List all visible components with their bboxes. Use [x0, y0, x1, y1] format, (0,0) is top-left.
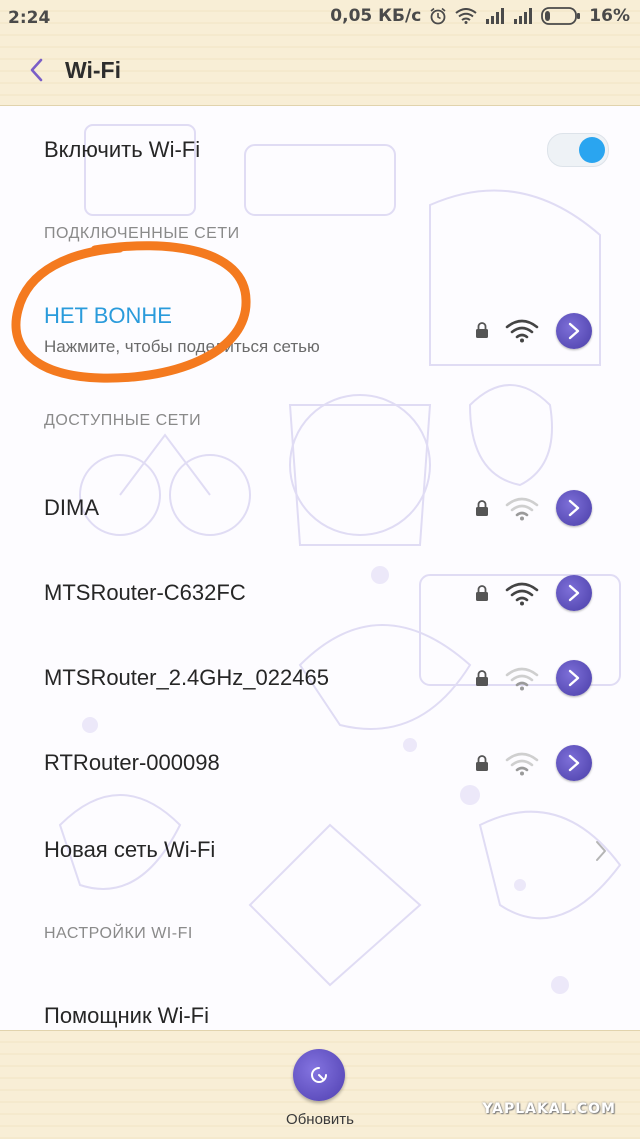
- chevron-right-icon: [568, 754, 580, 772]
- refresh-icon: [311, 1067, 327, 1083]
- wifi-status-icon: [455, 8, 477, 24]
- battery-icon: [541, 7, 581, 25]
- status-icons: 0,05 КБ/с 16%: [330, 6, 630, 26]
- toggle-knob: [579, 137, 605, 163]
- signal-icon-1: [486, 8, 505, 24]
- lock-icon: [476, 585, 488, 601]
- status-time: 2:24: [8, 8, 51, 28]
- chevron-right-icon: [568, 322, 580, 340]
- wifi-signal-weak-icon: [505, 497, 539, 521]
- network-row-rtrouter-000098[interactable]: RTRouter-000098: [0, 720, 640, 800]
- chevron-right-icon: [568, 669, 580, 687]
- section-header-connected: ПОДКЛЮЧЕННЫЕ СЕТИ: [44, 225, 240, 242]
- page-title: Wi-Fi: [65, 57, 121, 83]
- network-row-dima[interactable]: DIMA: [0, 465, 640, 545]
- network-details-button[interactable]: [556, 490, 592, 526]
- wifi-signal-weak-icon: [505, 752, 539, 776]
- watermark: YAPLAKAL.COM: [482, 1101, 616, 1117]
- back-button[interactable]: [18, 52, 54, 88]
- new-network-label: Новая сеть Wi-Fi: [44, 837, 216, 862]
- battery-percent: 16%: [589, 6, 630, 26]
- lock-icon: [476, 755, 488, 771]
- wifi-toggle-row[interactable]: Включить Wi-Fi: [0, 105, 640, 193]
- network-details-button[interactable]: [556, 575, 592, 611]
- wifi-settings-list: Включить Wi-Fi ПОДКЛЮЧЕННЫЕ СЕТИ HET BON…: [0, 105, 640, 1030]
- network-details-button[interactable]: [556, 313, 592, 349]
- alarm-icon: [430, 7, 446, 25]
- wifi-toggle-label: Включить Wi-Fi: [44, 137, 201, 162]
- network-details-button[interactable]: [556, 745, 592, 781]
- network-name: RTRouter-000098: [44, 750, 220, 775]
- signal-icon-2: [514, 8, 533, 24]
- wifi-assistant-row[interactable]: Помощник Wi-Fi: [0, 965, 640, 1030]
- wifi-signal-strong-icon: [505, 582, 539, 606]
- chevron-right-icon: [568, 499, 580, 517]
- connected-network-name: HET BONHE: [44, 303, 172, 328]
- network-name: MTSRouter-C632FC: [44, 580, 246, 605]
- section-header-settings: НАСТРОЙКИ WI-FI: [44, 925, 193, 942]
- lock-icon: [476, 500, 488, 516]
- app-header: Wi-Fi: [0, 36, 640, 104]
- chevron-right-icon: [596, 841, 606, 861]
- chevron-right-icon: [568, 584, 580, 602]
- network-name: DIMA: [44, 495, 99, 520]
- chevron-left-icon: [30, 58, 43, 82]
- connected-network-row[interactable]: HET BONHE Нажмите, чтобы поделиться сеть…: [0, 285, 640, 375]
- wifi-signal-strong-icon: [505, 319, 539, 343]
- wifi-signal-weak-icon: [505, 667, 539, 691]
- lock-icon: [476, 670, 488, 686]
- network-row-mtsrouter-c632fc[interactable]: MTSRouter-C632FC: [0, 550, 640, 630]
- status-bar: 2:24 0,05 КБ/с 16%: [0, 0, 640, 36]
- network-name: MTSRouter_2.4GHz_022465: [44, 665, 329, 690]
- wifi-assistant-label: Помощник Wi-Fi: [44, 1003, 209, 1028]
- refresh-button[interactable]: [293, 1049, 345, 1101]
- network-speed: 0,05 КБ/с: [330, 6, 422, 26]
- new-network-row[interactable]: Новая сеть Wi-Fi: [0, 805, 640, 890]
- bottom-bar: Обновить YAPLAKAL.COM: [0, 1030, 640, 1139]
- connected-network-subtitle: Нажмите, чтобы поделиться сетью: [44, 337, 320, 356]
- wifi-toggle-switch[interactable]: [547, 133, 609, 167]
- section-header-available: ДОСТУПНЫЕ СЕТИ: [44, 412, 202, 429]
- network-row-mtsrouter-2-4ghz[interactable]: MTSRouter_2.4GHz_022465: [0, 635, 640, 715]
- lock-icon: [476, 322, 488, 338]
- network-details-button[interactable]: [556, 660, 592, 696]
